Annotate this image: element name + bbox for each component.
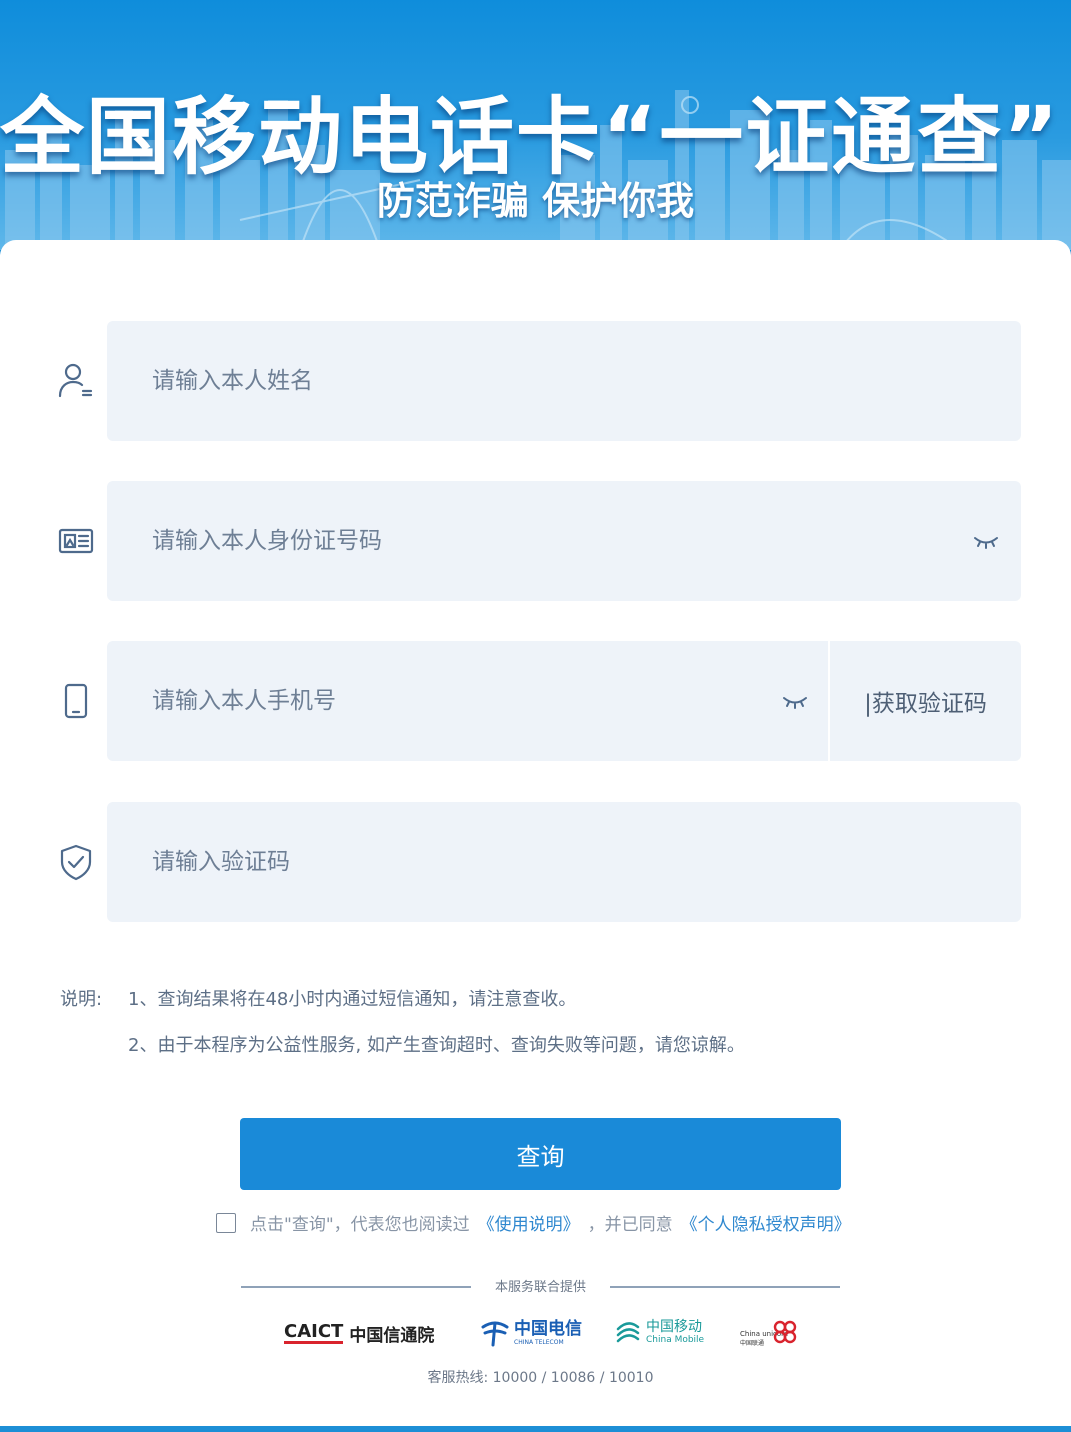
agreement-row: 点击"查询"，代表您也阅读过 《使用说明》 ，并已同意 《个人隐私授权声明》: [216, 1210, 859, 1235]
code-field-container: [107, 802, 1021, 922]
query-form-card: |获取验证码 说明: 1、查询结果将在48小时内通过短信通知，请注意查收。 2、…: [0, 240, 1071, 1432]
china-telecom-logo: 中国电信 CHINA TELECOM: [479, 1317, 582, 1349]
get-sms-code-button[interactable]: |获取验证码: [830, 641, 1021, 761]
caict-logo-en: CAICT: [284, 1321, 344, 1344]
bottom-accent-strip: [0, 1426, 1071, 1432]
caict-logo: CAICT 中国信通院: [284, 1321, 434, 1346]
code-row: [0, 802, 1071, 922]
user-icon: [58, 363, 93, 398]
partner-logos: CAICT 中国信通院 中国电信 CHINA TELECOM 中国移动 Chin…: [0, 1315, 1071, 1355]
china-mobile-logo-en: China Mobile: [646, 1335, 705, 1345]
agreement-checkbox[interactable]: [216, 1212, 236, 1233]
eye-closed-icon[interactable]: [782, 695, 808, 709]
notes-label: 说明:: [60, 989, 103, 1010]
id-field-container: [107, 481, 1021, 601]
china-unicom-logo-en: China unicom: [740, 1329, 788, 1338]
china-telecom-icon: [481, 1321, 509, 1347]
china-mobile-icon: [616, 1322, 640, 1343]
verification-code-input[interactable]: [150, 848, 1021, 876]
note-line-2: 2、由于本程序为公益性服务, 如产生查询超时、查询失败等问题，请您谅解。: [128, 1035, 745, 1056]
customer-service-hotline: 客服热线: 10000 / 10086 / 10010: [427, 1370, 654, 1386]
usage-instructions-link[interactable]: 《使用说明》: [478, 1210, 580, 1235]
shield-check-icon: [60, 844, 92, 881]
provided-by-label: 本服务联合提供: [494, 1280, 586, 1295]
mobile-phone-icon: [64, 683, 88, 719]
id-number-input[interactable]: [150, 527, 1021, 555]
china-unicom-logo-cn: 中国联通: [740, 1339, 765, 1347]
query-button[interactable]: 查询: [240, 1118, 841, 1190]
china-unicom-knot-icon: [773, 1320, 797, 1344]
caict-logo-cn: 中国信通院: [349, 1326, 435, 1346]
china-telecom-logo-en: CHINA TELECOM: [514, 1339, 564, 1346]
phone-input[interactable]: [150, 687, 828, 715]
id-row: [0, 481, 1071, 601]
header-banner: 全国移动电话卡“一证通查” 防范诈骗 保护你我: [0, 0, 1071, 250]
name-field-container: [107, 321, 1021, 441]
china-unicom-logo: China unicom 中国联通: [740, 1317, 800, 1347]
china-mobile-logo-cn: 中国移动: [646, 1319, 702, 1335]
agreement-text: 点击"查询"，代表您也阅读过: [250, 1215, 470, 1235]
phone-field-container: [107, 641, 828, 761]
privacy-statement-link[interactable]: 《个人隐私授权声明》: [681, 1210, 851, 1235]
eye-closed-icon[interactable]: [973, 535, 999, 549]
name-input[interactable]: [150, 367, 1021, 395]
note-line-1: 1、查询结果将在48小时内通过短信通知，请注意查收。: [128, 989, 577, 1010]
name-row: [0, 321, 1071, 441]
china-mobile-logo: 中国移动 China Mobile: [614, 1317, 704, 1347]
phone-row: |获取验证码: [0, 641, 1071, 761]
china-telecom-logo-cn: 中国电信: [514, 1319, 582, 1339]
id-card-icon: [58, 528, 94, 554]
agreement-text-middle: ，并已同意: [587, 1215, 673, 1235]
banner-subtitle: 防范诈骗 保护你我: [376, 179, 695, 223]
